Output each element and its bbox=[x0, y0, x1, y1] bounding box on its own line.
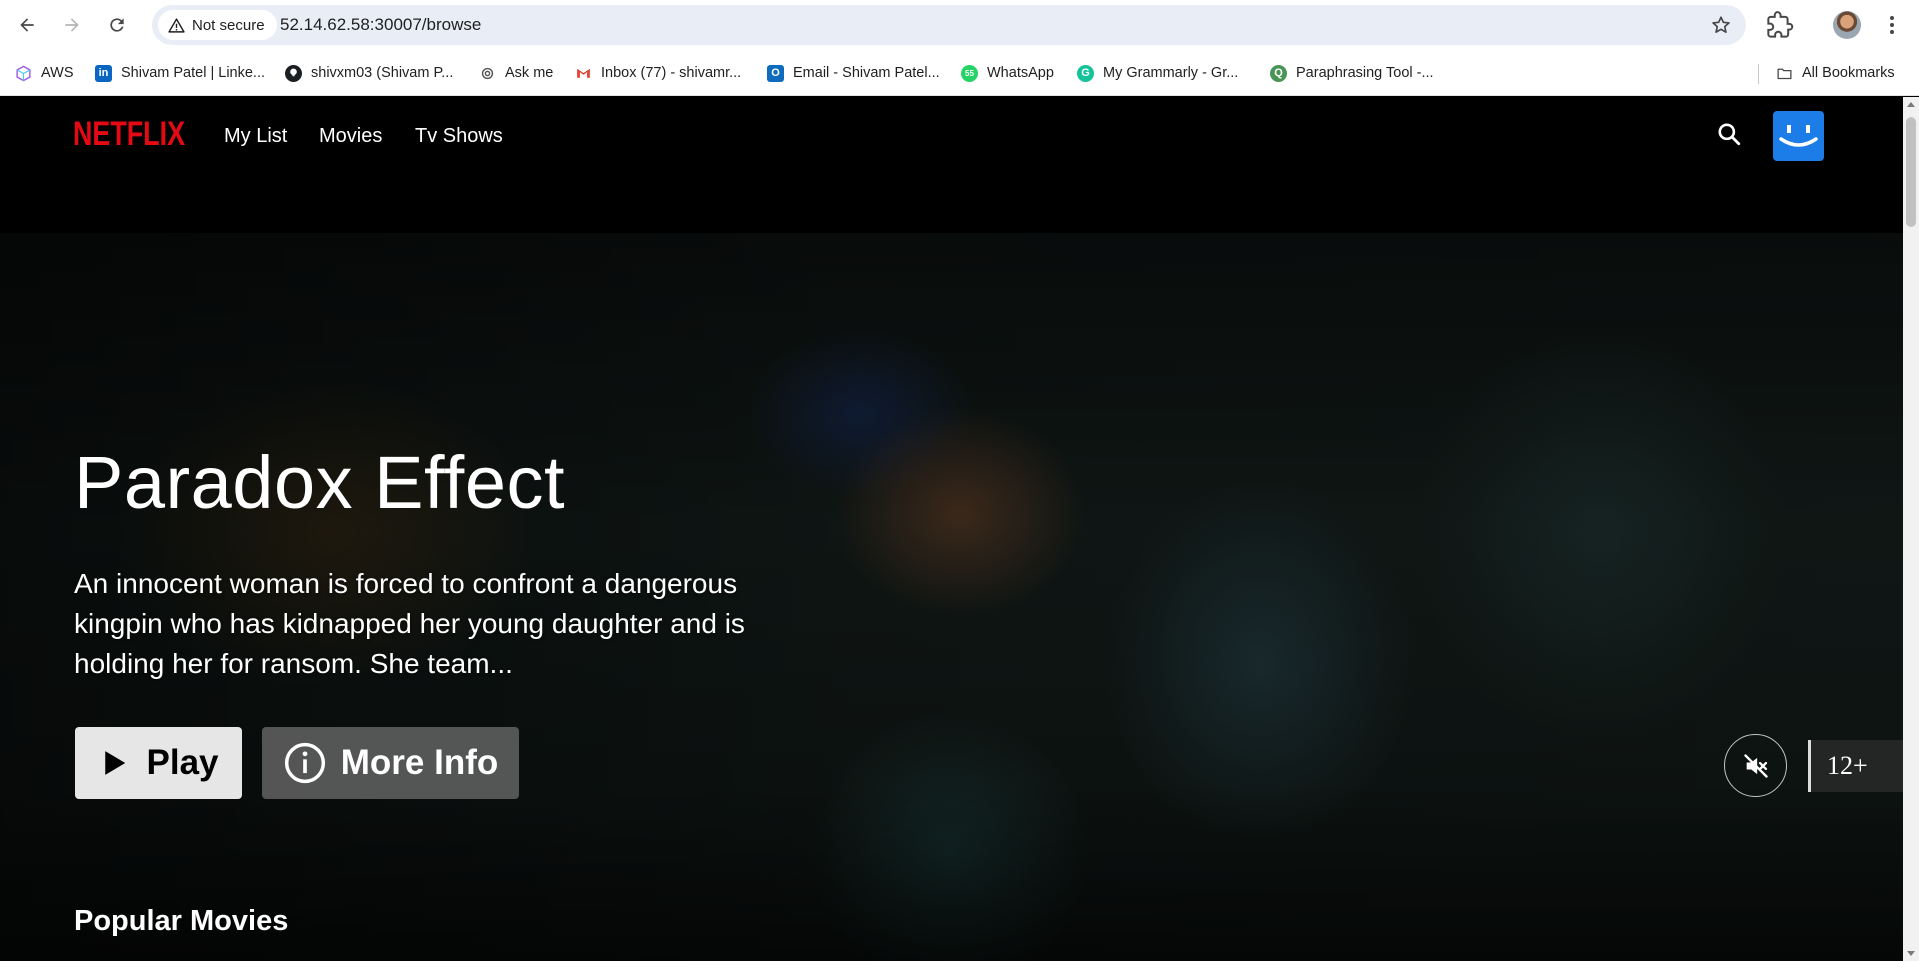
netflix-logo[interactable]: NETFLIX bbox=[73, 113, 185, 151]
maturity-rating-badge: 12+ bbox=[1808, 740, 1903, 792]
bookmark-github[interactable]: shivxm03 (Shivam P... bbox=[285, 62, 453, 84]
hero-description: An innocent woman is forced to confront … bbox=[74, 568, 745, 679]
bookmark-aws[interactable]: AWS bbox=[15, 62, 74, 84]
reload-icon bbox=[110, 18, 124, 32]
address-bar[interactable]: Not secure 52.14.62.58:30007/browse bbox=[152, 5, 1746, 45]
aws-cube-icon bbox=[15, 65, 32, 82]
github-icon bbox=[285, 64, 302, 82]
nav-my-list[interactable]: My List bbox=[224, 125, 287, 148]
scroll-down-arrow-icon[interactable] bbox=[1907, 951, 1915, 956]
warning-triangle-icon bbox=[168, 17, 185, 33]
security-label: Not secure bbox=[192, 16, 265, 34]
all-bookmarks[interactable]: All Bookmarks bbox=[1776, 62, 1895, 84]
quillbot-icon: Q bbox=[1270, 64, 1287, 82]
arrow-right-icon bbox=[65, 18, 79, 32]
info-circle-icon bbox=[284, 742, 325, 784]
bookmark-ask-me[interactable]: Ask me bbox=[479, 62, 553, 84]
forward-button[interactable] bbox=[56, 9, 88, 41]
page-scrollbar[interactable] bbox=[1903, 97, 1919, 961]
whatsapp-icon: 55 bbox=[961, 64, 978, 82]
grammarly-icon: G bbox=[1077, 64, 1094, 82]
scroll-up-arrow-icon[interactable] bbox=[1907, 102, 1915, 107]
hero-title: Paradox Effect bbox=[74, 441, 566, 524]
mute-toggle-button[interactable] bbox=[1724, 734, 1787, 797]
openai-icon bbox=[479, 65, 496, 82]
bookmark-star-icon[interactable] bbox=[1710, 14, 1732, 36]
reload-button[interactable] bbox=[101, 9, 133, 41]
bookmark-whatsapp[interactable]: 55 WhatsApp bbox=[961, 62, 1054, 84]
nav-movies[interactable]: Movies bbox=[319, 125, 382, 148]
bookmark-paraphrasing-tool[interactable]: Q Paraphrasing Tool -... bbox=[1270, 62, 1434, 84]
back-button[interactable] bbox=[11, 9, 43, 41]
bookmark-outlook[interactable]: O Email - Shivam Patel... bbox=[767, 62, 940, 84]
svg-text:NETFLIX: NETFLIX bbox=[73, 115, 185, 151]
smiley-face-icon bbox=[1779, 125, 1818, 147]
netflix-browse-page: NETFLIX My List Movies Tv Shows Paradox … bbox=[0, 97, 1903, 961]
security-chip[interactable]: Not secure bbox=[158, 10, 277, 40]
nav-tv-shows[interactable]: Tv Shows bbox=[415, 125, 503, 148]
arrow-left-icon bbox=[20, 18, 34, 32]
bookmarks-bar: AWS in Shivam Patel | Linke... shivxm03 … bbox=[0, 50, 1919, 96]
extensions-puzzle-icon[interactable] bbox=[1766, 11, 1794, 39]
browser-toolbar: Not secure 52.14.62.58:30007/browse bbox=[0, 0, 1919, 50]
browser-profile-avatar[interactable] bbox=[1833, 11, 1861, 39]
netflix-profile-avatar[interactable] bbox=[1773, 111, 1824, 161]
linkedin-icon: in bbox=[95, 64, 112, 82]
bookmark-gmail[interactable]: Inbox (77) - shivamr... bbox=[575, 62, 741, 84]
folder-icon bbox=[1776, 65, 1793, 82]
gmail-icon bbox=[575, 65, 592, 82]
more-info-button[interactable]: More Info bbox=[262, 727, 519, 799]
play-icon bbox=[104, 751, 125, 775]
row-title-popular-movies: Popular Movies bbox=[74, 905, 289, 937]
url-text[interactable]: 52.14.62.58:30007/browse bbox=[280, 15, 481, 35]
outlook-icon: O bbox=[767, 64, 784, 82]
netflix-header: NETFLIX My List Movies Tv Shows bbox=[0, 97, 1903, 177]
bookmark-grammarly[interactable]: G My Grammarly - Gr... bbox=[1077, 62, 1238, 84]
search-icon[interactable] bbox=[1716, 121, 1742, 147]
more-vertical-icon[interactable] bbox=[1880, 13, 1904, 37]
volume-muted-icon bbox=[1743, 753, 1768, 778]
bookmark-linkedin[interactable]: in Shivam Patel | Linke... bbox=[95, 62, 265, 84]
scrollbar-thumb[interactable] bbox=[1906, 117, 1916, 227]
play-button[interactable]: Play bbox=[75, 727, 242, 799]
bookmarks-divider bbox=[1758, 64, 1759, 84]
